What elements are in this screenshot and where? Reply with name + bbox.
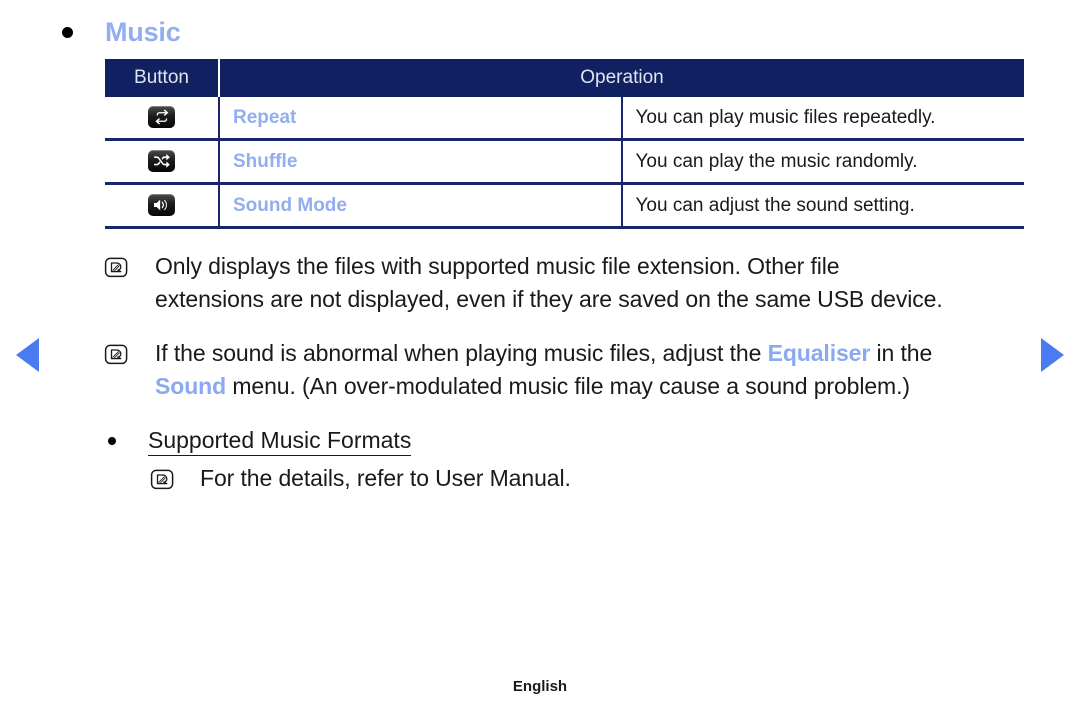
column-header-operation: Operation bbox=[219, 59, 1024, 97]
shuffle-icon bbox=[148, 150, 175, 173]
footer-language: English bbox=[512, 678, 568, 695]
note-supported-extensions: Only displays the files with supported m… bbox=[0, 250, 1080, 316]
page-content: Music Button Operation Repeat You can pl… bbox=[0, 0, 1080, 495]
note-icon bbox=[104, 255, 130, 288]
note-text-part-3: menu. (An over-modulated music file may … bbox=[226, 373, 910, 399]
bullet-icon bbox=[62, 27, 73, 38]
supported-music-formats: Supported Music Formats bbox=[0, 424, 1080, 456]
column-header-button: Button bbox=[105, 59, 220, 97]
table-header: Button Operation bbox=[105, 59, 1024, 97]
row-operation: You can play music files repeatedly. bbox=[621, 97, 1024, 141]
note-user-manual: For the details, refer to User Manual. bbox=[0, 462, 1080, 495]
row-operation: You can play the music randomly. bbox=[621, 139, 1024, 185]
note-user-manual-text: For the details, refer to User Manual. bbox=[200, 465, 571, 491]
row-icon-cell bbox=[105, 97, 220, 141]
row-label: Repeat bbox=[219, 97, 623, 141]
sound-mode-icon bbox=[148, 194, 175, 217]
row-operation: You can adjust the sound setting. bbox=[621, 183, 1024, 229]
note-line-1: Only displays the files with supported m… bbox=[155, 253, 840, 279]
note-icon bbox=[150, 467, 176, 500]
row-icon-cell bbox=[105, 139, 220, 185]
menu-ref-sound: Sound bbox=[155, 373, 227, 399]
note-equaliser: If the sound is abnormal when playing mu… bbox=[0, 337, 1080, 403]
note-text-part-1: If the sound is abnormal when playing mu… bbox=[155, 340, 768, 366]
button-operation-table: Button Operation Repeat You can play mus… bbox=[105, 59, 1024, 229]
supported-music-formats-label: Supported Music Formats bbox=[148, 427, 412, 456]
row-icon-cell bbox=[105, 183, 220, 229]
table-row: Sound Mode You can adjust the sound sett… bbox=[105, 183, 1024, 229]
row-label: Sound Mode bbox=[219, 183, 623, 229]
page-title-text: Music bbox=[105, 17, 181, 47]
table-row: Shuffle You can play the music randomly. bbox=[105, 139, 1024, 185]
row-label: Shuffle bbox=[219, 139, 623, 185]
repeat-icon bbox=[148, 106, 175, 129]
page-title: Music bbox=[0, 14, 1080, 50]
table-header-row: Button Operation bbox=[105, 59, 1024, 97]
note-text-part-2: in the bbox=[870, 340, 933, 366]
button-operation-table-wrapper: Button Operation Repeat You can play mus… bbox=[105, 59, 1024, 229]
table-body: Repeat You can play music files repeated… bbox=[105, 97, 1024, 229]
note-icon bbox=[104, 342, 130, 375]
table-row: Repeat You can play music files repeated… bbox=[105, 97, 1024, 141]
note-line-2: extensions are not displayed, even if th… bbox=[155, 286, 943, 312]
menu-ref-equaliser: Equaliser bbox=[767, 340, 871, 366]
bullet-icon bbox=[108, 437, 116, 445]
